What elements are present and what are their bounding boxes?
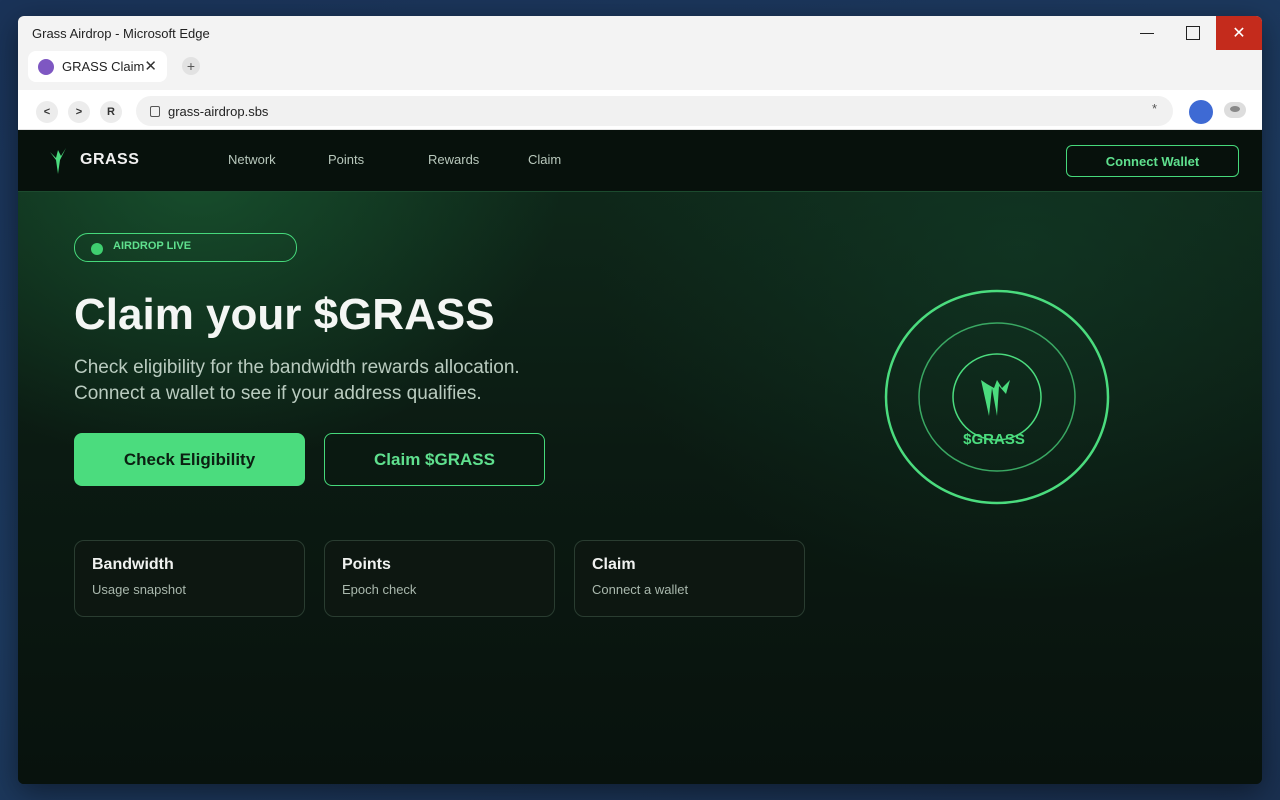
card-title: Points — [342, 556, 391, 573]
card-points: Points Epoch check — [324, 540, 555, 617]
title-bar: Grass Airdrop - Microsoft Edge ✕ — [18, 16, 1262, 50]
card-subtitle: Connect a wallet — [592, 582, 689, 597]
card-title: Bandwidth — [92, 556, 174, 573]
hero-subtitle-line-1: Check eligibility for the bandwidth rewa… — [74, 357, 520, 378]
nav-claim[interactable]: Claim — [528, 152, 561, 167]
tab-grass-claim[interactable]: GRASS Claim ✕ — [28, 51, 167, 82]
profile-avatar[interactable] — [1189, 100, 1213, 124]
web-page: GRASS Network Points Rewards Claim Conne… — [18, 130, 1262, 784]
window-title: Grass Airdrop - Microsoft Edge — [32, 25, 210, 41]
claim-grass-button[interactable]: Claim $GRASS — [324, 433, 545, 486]
page-info-icon[interactable] — [150, 105, 160, 117]
tab-close-icon[interactable]: ✕ — [144, 57, 157, 75]
card-claim: Claim Connect a wallet — [574, 540, 805, 617]
address-bar: < > R grass-airdrop.sbs * — [18, 90, 1262, 130]
airdrop-live-badge: AIRDROP LIVE — [74, 233, 297, 262]
grass-token-icon — [981, 380, 1010, 416]
token-label: $GRASS — [963, 431, 1025, 448]
tab-strip: GRASS Claim ✕ + — [18, 50, 1262, 90]
minimize-icon — [1140, 32, 1154, 34]
site-header: GRASS Network Points Rewards Claim Conne… — [18, 130, 1262, 192]
hero-headline: Claim your $GRASS — [74, 290, 495, 339]
favorite-star-icon[interactable]: * — [1152, 101, 1157, 116]
tab-label: GRASS Claim — [62, 59, 145, 74]
live-dot-icon — [91, 242, 103, 255]
check-eligibility-button[interactable]: Check Eligibility — [74, 433, 305, 486]
hero-subtitle: Check eligibility for the bandwidth rewa… — [74, 355, 594, 407]
badge-label: AIRDROP LIVE — [113, 239, 192, 252]
minimize-button[interactable] — [1124, 16, 1170, 50]
close-icon: ✕ — [1232, 25, 1246, 42]
card-bandwidth: Bandwidth Usage snapshot — [74, 540, 305, 617]
card-subtitle: Epoch check — [342, 582, 417, 597]
maximize-button[interactable] — [1170, 16, 1216, 50]
browser-window: Grass Airdrop - Microsoft Edge ✕ GRASS C… — [18, 16, 1262, 784]
url-text: grass-airdrop.sbs — [168, 103, 269, 119]
maximize-icon — [1186, 26, 1200, 40]
brand-name: GRASS — [80, 151, 140, 168]
nav-points[interactable]: Points — [328, 152, 364, 167]
tab-favicon-icon — [38, 58, 54, 75]
new-tab-button[interactable]: + — [182, 57, 200, 75]
close-button[interactable]: ✕ — [1216, 16, 1262, 50]
card-subtitle: Usage snapshot — [92, 582, 186, 597]
url-field[interactable]: grass-airdrop.sbs * — [136, 96, 1173, 126]
nav-rewards[interactable]: Rewards — [428, 152, 479, 167]
back-button[interactable]: < — [36, 101, 58, 123]
forward-button[interactable]: > — [68, 101, 90, 123]
nav-network[interactable]: Network — [228, 152, 276, 167]
card-title: Claim — [592, 556, 636, 573]
site-logo[interactable]: GRASS — [48, 146, 139, 174]
extension-icon[interactable] — [1224, 102, 1246, 118]
reload-button[interactable]: R — [100, 101, 122, 123]
window-controls: ✕ — [1124, 16, 1262, 50]
hero-subtitle-line-2: Connect a wallet to see if your address … — [74, 383, 482, 404]
token-emblem: $GRASS — [884, 289, 1110, 505]
connect-wallet-button[interactable]: Connect Wallet — [1066, 145, 1239, 177]
grass-logo-icon — [50, 148, 66, 174]
